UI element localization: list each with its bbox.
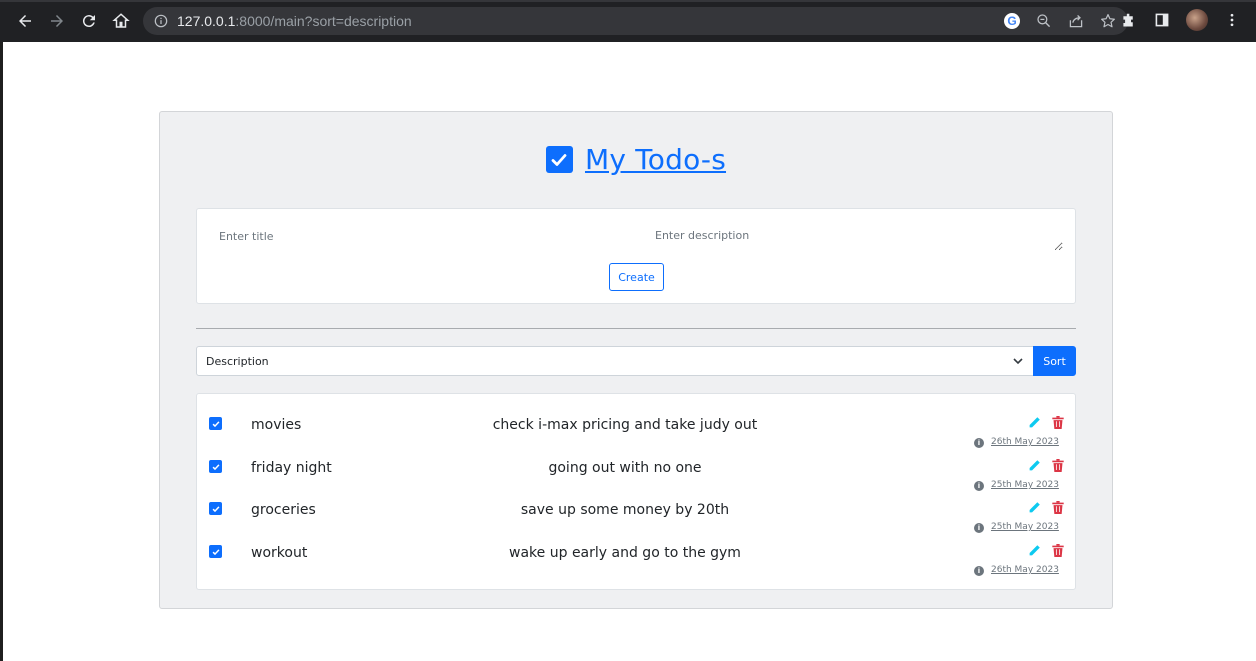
todo-title: friday night — [251, 460, 332, 476]
google-icon[interactable]: G — [1002, 11, 1022, 31]
profile-avatar[interactable] — [1186, 9, 1208, 31]
todo-date[interactable]: 26th May 2023 — [991, 565, 1059, 575]
browser-toolbar: 127.0.0.1:8000/main?sort=description G — [0, 0, 1256, 42]
todo-checkbox[interactable] — [209, 417, 222, 430]
url-path: :8000/main?sort=description — [235, 13, 412, 29]
side-panel-icon[interactable] — [1152, 10, 1172, 30]
todo-list: movies check i-max pricing and take judy… — [196, 393, 1076, 590]
trash-icon[interactable] — [1052, 459, 1064, 472]
sort-selected-value: Description — [206, 354, 269, 368]
menu-icon[interactable] — [1222, 10, 1242, 30]
info-icon: i — [974, 566, 984, 576]
address-bar[interactable]: 127.0.0.1:8000/main?sort=description G — [143, 7, 1128, 35]
todo-item: movies check i-max pricing and take judy… — [197, 399, 1075, 448]
create-button[interactable]: Create — [609, 263, 664, 291]
pencil-icon[interactable] — [1028, 459, 1041, 472]
trash-icon[interactable] — [1052, 416, 1064, 429]
share-icon[interactable] — [1066, 11, 1086, 31]
reload-icon[interactable] — [73, 5, 105, 37]
url-host: 127.0.0.1 — [177, 13, 236, 29]
todo-description: wake up early and go to the gym — [509, 545, 741, 561]
chevron-down-icon — [1013, 358, 1023, 365]
todo-title: groceries — [251, 502, 316, 518]
todo-checkbox[interactable] — [209, 460, 222, 473]
todo-description: save up some money by 20th — [520, 502, 730, 518]
extensions-icon[interactable] — [1118, 10, 1138, 30]
page-header: My Todo-s — [160, 143, 1112, 176]
description-input[interactable] — [645, 221, 1063, 251]
divider — [196, 328, 1076, 329]
forward-icon[interactable] — [41, 5, 73, 37]
trash-icon[interactable] — [1052, 544, 1064, 557]
background-window-edge — [0, 42, 3, 661]
zoom-icon[interactable] — [1034, 11, 1054, 31]
todo-description: check i-max pricing and take judy out — [492, 417, 758, 433]
todo-checkbox[interactable] — [209, 545, 222, 558]
sort-select[interactable]: Description — [196, 346, 1034, 376]
star-icon[interactable] — [1098, 11, 1118, 31]
url-text[interactable]: 127.0.0.1:8000/main?sort=description — [177, 13, 412, 29]
todo-description: going out with no one — [548, 460, 702, 476]
title-input[interactable] — [209, 221, 629, 251]
todo-item: groceries save up some money by 20th i 2… — [197, 484, 1075, 533]
pencil-icon[interactable] — [1028, 544, 1041, 557]
back-icon[interactable] — [9, 5, 41, 37]
tab-strip-edge — [0, 0, 1256, 2]
page-title[interactable]: My Todo-s — [585, 143, 726, 176]
home-icon[interactable] — [105, 5, 137, 37]
todo-title: movies — [251, 417, 302, 433]
create-todo-form: Create — [196, 208, 1076, 304]
sort-button[interactable]: Sort — [1033, 346, 1076, 376]
trash-icon[interactable] — [1052, 501, 1064, 514]
todo-checkbox[interactable] — [209, 502, 222, 515]
todo-title: workout — [251, 545, 308, 561]
pencil-icon[interactable] — [1028, 501, 1041, 514]
todo-item: workout wake up early and go to the gym … — [197, 527, 1075, 576]
todo-app-card: My Todo-s Create Description Sort movies… — [159, 111, 1113, 609]
info-icon[interactable] — [154, 14, 168, 28]
todo-item: friday night going out with no one i 25t… — [197, 442, 1075, 491]
pencil-icon[interactable] — [1028, 416, 1041, 429]
check-square-icon — [545, 146, 573, 173]
